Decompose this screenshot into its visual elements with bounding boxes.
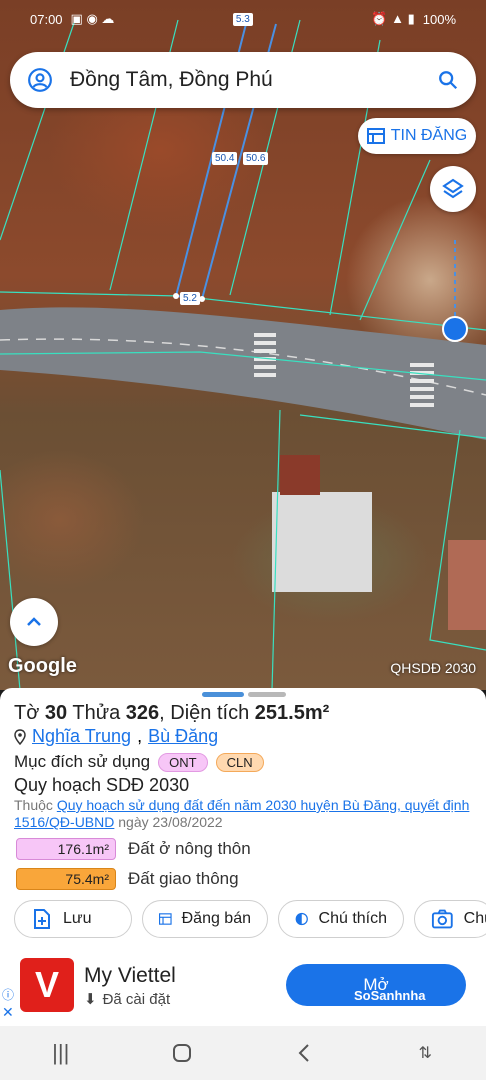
area-label: , Diện tích (159, 702, 250, 724)
ad-banner[interactable]: ⓘ ✕ V My Viettel ⬇ Đã cài đặt Mở SoSanhn… (0, 946, 486, 1026)
tin-dang-label: TIN ĐĂNG (390, 127, 468, 144)
parcel-title: Tờ 30 Thửa 326, Diện tích 251.5m² (14, 702, 329, 725)
info-icon[interactable]: ⓘ (2, 986, 14, 1003)
post-button[interactable]: Đăng bán (142, 900, 268, 938)
watermark: SoSanhnha (354, 988, 426, 1003)
area-value: 251.5m² (254, 702, 330, 724)
contrast-icon (295, 912, 308, 926)
battery-level: 100% (422, 11, 456, 27)
capture-button[interactable]: Chụ (414, 900, 486, 938)
plan-description: Thuộc Quy hoạch sử dụng đất đến năm 2030… (14, 797, 476, 831)
expand-button[interactable] (10, 598, 58, 646)
action-row: Lưu Đăng bán Chú thích Chụ (14, 900, 486, 938)
add-bookmark-icon (34, 909, 50, 929)
post-label: Đăng bán (181, 910, 251, 927)
google-attribution: Google (8, 655, 77, 677)
plan-date: ngày 23/08/2022 (118, 814, 223, 830)
listing-icon (366, 128, 385, 144)
dimension-label: 5.2 (180, 292, 200, 305)
home-icon[interactable] (152, 1033, 212, 1073)
status-bar: 07:00 ▣ ◉ ☁ 5.3 ⏰ ▲ ▮ 100% (0, 0, 486, 38)
legend-label: Chú thích (318, 910, 387, 927)
ad-status: ⬇ Đã cài đặt (84, 990, 171, 1009)
save-label: Lưu (63, 910, 92, 927)
thua-label: Thửa (72, 702, 121, 724)
purpose-tag-ont: ONT (158, 752, 208, 772)
chevron-up-icon (27, 617, 41, 626)
accessibility-icon[interactable]: ⇅ (395, 1033, 455, 1073)
search-bar[interactable]: Đồng Tâm, Đồng Phú (10, 52, 476, 108)
ad-app-name: My Viettel (84, 964, 176, 987)
plan-link[interactable]: Quy hoạch sử dụng đất đến năm 2030 huyện… (14, 797, 469, 830)
location-title[interactable]: Đồng Tâm, Đồng Phú (70, 68, 420, 92)
save-button[interactable]: Lưu (14, 900, 132, 938)
sheet-handle[interactable] (202, 692, 286, 697)
recent-apps-icon[interactable]: ||| (31, 1033, 91, 1073)
area-value-box: 75.4m² (16, 868, 116, 890)
land-purpose: Mục đích sử dụng ONT CLN (14, 752, 264, 772)
location-dot (442, 316, 468, 342)
to-label: Tờ (14, 702, 40, 724)
dimension-label: 50.4 (212, 152, 238, 165)
search-icon[interactable] (420, 69, 476, 91)
parcel-info-sheet: Tờ 30 Thửa 326, Diện tích 251.5m² Nghĩa … (0, 688, 486, 946)
district-link[interactable]: Bù Đăng (148, 726, 218, 747)
purpose-label: Mục đích sử dụng (14, 752, 151, 771)
listing-icon (159, 913, 172, 925)
capture-label: Chụ (463, 910, 486, 927)
account-circle-icon[interactable] (10, 67, 70, 93)
area-value-box: 176.1m² (16, 838, 116, 860)
plan-prefix: Thuộc (14, 797, 53, 813)
thua-value: 326 (125, 702, 160, 724)
layer-label: QHSDĐ 2030 (390, 660, 476, 676)
dimension-label: 50.6 (243, 152, 269, 165)
building (272, 492, 372, 592)
area-row-residential: 176.1m² Đất ở nông thôn (16, 838, 251, 860)
plan-title: Quy hoạch SDĐ 2030 (14, 775, 190, 795)
ad-status-text: Đã cài đặt (102, 990, 171, 1008)
notification-icon: ▣ ◉ ☁ (70, 11, 115, 26)
installed-icon: ⬇ (84, 991, 97, 1008)
legend-button[interactable]: Chú thích (278, 900, 404, 938)
area-type-label: Đất giao thông (128, 869, 239, 888)
system-nav-bar: ||| ⇅ (0, 1026, 486, 1080)
area-type-label: Đất ở nông thôn (128, 839, 251, 858)
camera-icon (431, 909, 453, 929)
layers-icon (442, 178, 464, 199)
area-row-traffic: 75.4m² Đất giao thông (16, 868, 239, 890)
purpose-tag-cln: CLN (215, 752, 264, 772)
pin-icon (14, 728, 26, 745)
commune-link[interactable]: Nghĩa Trung (32, 726, 131, 747)
back-icon[interactable] (274, 1033, 334, 1073)
layers-button[interactable] (430, 166, 476, 212)
viettel-logo: V (20, 958, 74, 1012)
speed-indicator: 5.3 (232, 12, 253, 26)
tin-dang-button[interactable]: TIN ĐĂNG (358, 118, 476, 154)
clock: 07:00 (30, 11, 63, 27)
to-value: 30 (44, 702, 68, 724)
signal-icon: ⏰ ▲ ▮ (371, 11, 415, 26)
close-icon[interactable]: ✕ (2, 1004, 14, 1021)
separator: , (137, 726, 143, 746)
parcel-location: Nghĩa Trung, Bù Đăng (14, 726, 218, 747)
